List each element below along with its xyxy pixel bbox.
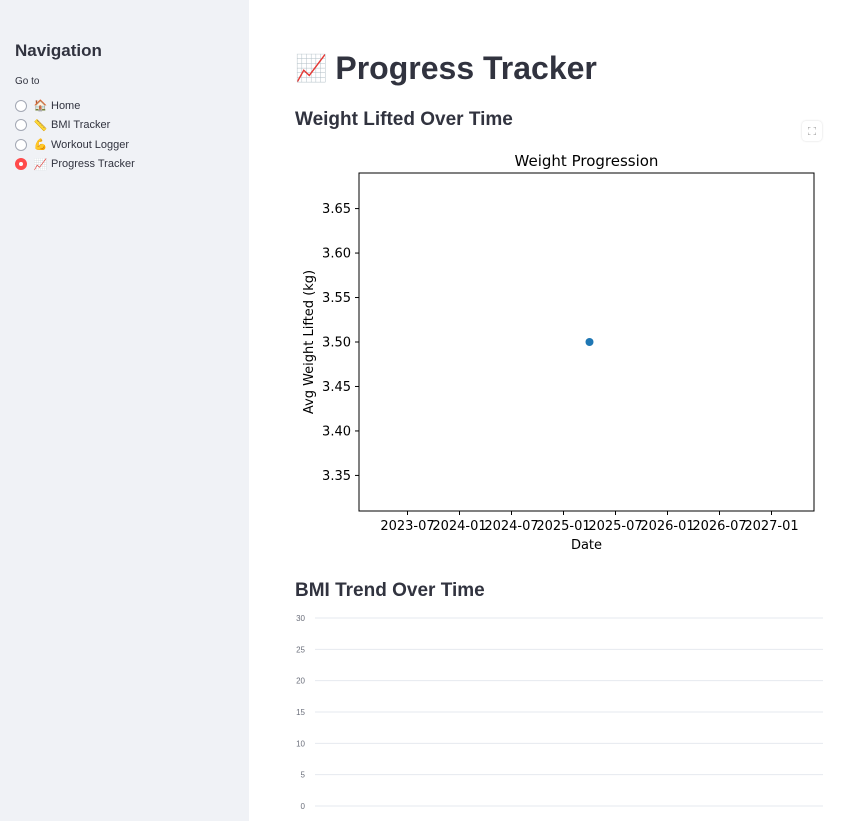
- page-title: 📈 Progress Tracker: [295, 50, 597, 87]
- y-tick-label: 5: [301, 771, 306, 780]
- nav-radio-progress-tracker[interactable]: 📈 Progress Tracker: [15, 155, 135, 175]
- x-axis-label: Date: [571, 538, 602, 553]
- y-tick-label: 15: [296, 708, 305, 717]
- y-tick-label: 3.35: [322, 469, 351, 484]
- x-tick-label: 2024-01: [432, 519, 486, 534]
- flexed-biceps-icon: 💪: [33, 139, 48, 152]
- radio-group-label: Go to: [15, 76, 40, 87]
- section-title-weight: Weight Lifted Over Time: [295, 109, 513, 130]
- house-icon: 🏠: [33, 100, 48, 113]
- radio-button[interactable]: [15, 119, 27, 132]
- y-tick-label: 3.50: [322, 336, 351, 351]
- x-tick-label: 2025-07: [588, 519, 642, 534]
- nav-radio-home[interactable]: 🏠 Home: [15, 96, 135, 116]
- y-tick-label: 10: [296, 739, 305, 748]
- nav-radio-label: Home: [51, 99, 81, 112]
- radio-button-selected[interactable]: [15, 158, 27, 171]
- weight-progression-chart: Weight Progression 3.35 3.40 3.45 3.50 3.55 3.…: [302, 152, 815, 553]
- y-tick-label: 3.60: [322, 247, 351, 262]
- y-tick-label: 3.40: [322, 424, 351, 439]
- sidebar-title: Navigation: [15, 41, 102, 60]
- nav-radio-label: Progress Tracker: [51, 158, 135, 171]
- y-tick-label: 30: [296, 614, 305, 623]
- bmi-trend-chart: 0 5 10 15 20 25 30: [296, 614, 823, 811]
- ruler-icon: 📏: [33, 119, 48, 132]
- x-tick-label: 2026-01: [640, 519, 694, 534]
- x-tick-label: 2027-01: [744, 519, 798, 534]
- y-tick-label: 20: [296, 677, 305, 686]
- page-title-text: Progress Tracker: [335, 50, 597, 86]
- navigation-radio-group: 🏠 Home 📏 BMI Tracker 💪 Workout Logger 📈 …: [15, 96, 135, 174]
- chart-increasing-icon: 📈: [295, 53, 328, 83]
- section-title-bmi: BMI Trend Over Time: [295, 580, 485, 601]
- radio-button[interactable]: [15, 99, 27, 112]
- x-tick-label: 2023-07: [380, 519, 434, 534]
- nav-radio-workout-logger[interactable]: 💪 Workout Logger: [15, 135, 135, 155]
- chart-increasing-icon: 📈: [33, 158, 48, 171]
- y-tick-label: 0: [301, 802, 306, 811]
- nav-radio-label: BMI Tracker: [51, 119, 111, 132]
- y-tick-label: 3.45: [322, 380, 351, 395]
- nav-radio-bmi-tracker[interactable]: 📏 BMI Tracker: [15, 116, 135, 136]
- y-tick-label: 3.55: [322, 291, 351, 306]
- data-point: [585, 338, 594, 346]
- x-tick-label: 2026-07: [692, 519, 746, 534]
- expand-icon: [808, 127, 816, 135]
- chart-title: Weight Progression: [515, 152, 659, 170]
- y-axis-label: Avg Weight Lifted (kg): [302, 270, 317, 414]
- x-tick-label: 2025-01: [536, 519, 590, 534]
- y-tick-label: 3.65: [322, 202, 351, 217]
- sidebar: Navigation Go to 🏠 Home 📏 BMI Tracker 💪 …: [0, 0, 249, 821]
- radio-button[interactable]: [15, 138, 27, 151]
- x-tick-label: 2024-07: [484, 519, 538, 534]
- y-tick-label: 25: [296, 645, 305, 654]
- fullscreen-button[interactable]: [802, 121, 822, 141]
- nav-radio-label: Workout Logger: [51, 138, 130, 151]
